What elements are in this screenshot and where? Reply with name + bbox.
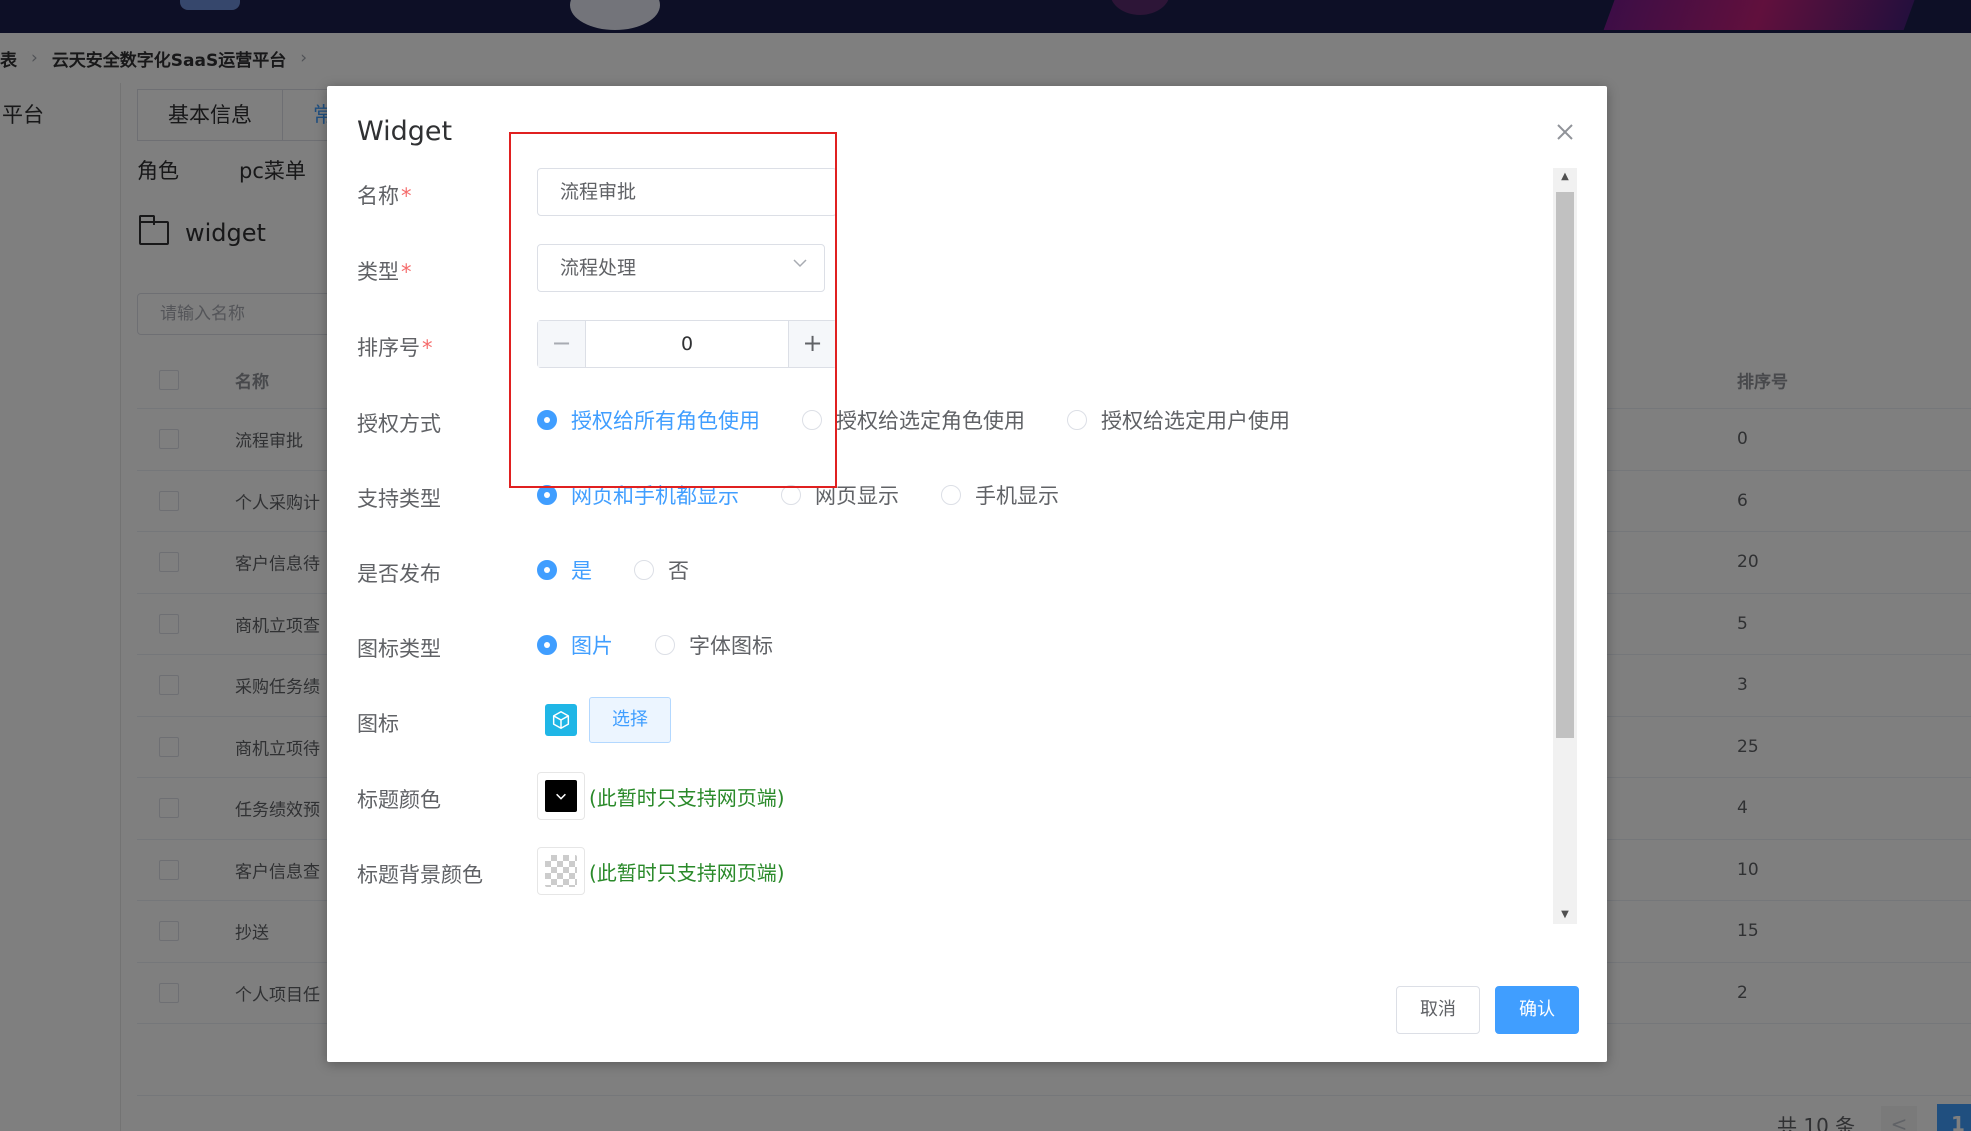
transparent-swatch	[545, 855, 577, 887]
radio-dot	[1067, 410, 1087, 430]
radio-support-both[interactable]: 网页和手机都显示	[537, 480, 739, 510]
radio-dot	[537, 485, 557, 505]
scroll-up-arrow-icon[interactable]: ▲	[1553, 168, 1577, 186]
radio-support-mobile[interactable]: 手机显示	[941, 480, 1059, 510]
chevron-down-icon	[793, 259, 807, 268]
title-bg-color-picker[interactable]	[537, 847, 585, 895]
field-label-publish: 是否发布	[357, 562, 441, 586]
form-row-order: 排序号* − 0 +	[357, 320, 1537, 368]
form-row-support: 支持类型 网页和手机都显示 网页显示 手机显示	[357, 471, 1537, 519]
radio-support-web[interactable]: 网页显示	[781, 480, 899, 510]
type-select[interactable]: 流程处理	[537, 244, 825, 292]
form-row-title-bg-color: 标题背景颜色 (此暂时只支持网页端)	[357, 847, 1537, 895]
radio-auth-selected-roles[interactable]: 授权给选定角色使用	[802, 405, 1025, 435]
field-label-name: 名称*	[357, 184, 412, 208]
form-row-name: 名称* 流程审批	[357, 168, 1537, 216]
decrement-button[interactable]: −	[538, 321, 586, 367]
dialog-title: Widget	[357, 116, 453, 147]
form-row-icon: 图标 选择	[357, 696, 1537, 744]
close-icon[interactable]	[1553, 120, 1577, 144]
radio-publish-yes[interactable]: 是	[537, 555, 592, 585]
radio-dot	[941, 485, 961, 505]
form-row-auth: 授权方式 授权给所有角色使用 授权给选定角色使用 授权给选定用户使用	[357, 396, 1537, 444]
type-select-value: 流程处理	[560, 257, 637, 279]
radio-dot	[537, 635, 557, 655]
chevron-down-icon	[556, 793, 566, 800]
radio-dot	[781, 485, 801, 505]
field-label-icon: 图标	[357, 712, 399, 736]
field-label-type: 类型*	[357, 260, 412, 284]
field-label-title-color: 标题颜色	[357, 788, 441, 812]
title-bg-color-hint: (此暂时只支持网页端)	[589, 860, 785, 885]
widget-dialog: Widget ▲ ▼ 名称* 流程审批 类型* 流程处理 排序号* − 0 + …	[327, 86, 1607, 1062]
order-value[interactable]: 0	[586, 321, 788, 367]
scrollbar-thumb[interactable]	[1556, 192, 1574, 738]
radio-icon-image[interactable]: 图片	[537, 630, 613, 660]
radio-dot	[537, 410, 557, 430]
field-label-title-bg-color: 标题背景颜色	[357, 863, 483, 887]
radio-icon-font[interactable]: 字体图标	[655, 630, 773, 660]
form-row-publish: 是否发布 是 否	[357, 546, 1537, 594]
title-color-picker[interactable]	[537, 772, 585, 820]
radio-auth-all-roles[interactable]: 授权给所有角色使用	[537, 405, 760, 435]
radio-publish-no[interactable]: 否	[634, 555, 689, 585]
field-label-auth: 授权方式	[357, 412, 441, 436]
order-stepper: − 0 +	[537, 320, 837, 368]
radio-dot	[655, 635, 675, 655]
title-color-hint: (此暂时只支持网页端)	[589, 785, 785, 810]
increment-button[interactable]: +	[788, 321, 836, 367]
form-row-title-color: 标题颜色 (此暂时只支持网页端)	[357, 772, 1537, 820]
choose-icon-button[interactable]: 选择	[589, 697, 671, 743]
radio-dot	[802, 410, 822, 430]
cancel-button[interactable]: 取消	[1396, 986, 1480, 1034]
field-label-support: 支持类型	[357, 487, 441, 511]
scroll-down-arrow-icon[interactable]: ▼	[1553, 906, 1577, 924]
radio-dot	[634, 560, 654, 580]
name-input[interactable]: 流程审批	[537, 168, 837, 216]
field-label-order: 排序号*	[357, 336, 433, 360]
cube-icon	[545, 704, 577, 736]
dialog-scrollbar[interactable]: ▲ ▼	[1553, 168, 1577, 924]
field-label-icon-type: 图标类型	[357, 637, 441, 661]
radio-auth-selected-users[interactable]: 授权给选定用户使用	[1067, 405, 1290, 435]
color-swatch	[545, 780, 577, 812]
confirm-button[interactable]: 确认	[1495, 986, 1579, 1034]
form-row-icon-type: 图标类型 图片 字体图标	[357, 621, 1537, 669]
radio-dot	[537, 560, 557, 580]
form-row-type: 类型* 流程处理	[357, 244, 1537, 292]
